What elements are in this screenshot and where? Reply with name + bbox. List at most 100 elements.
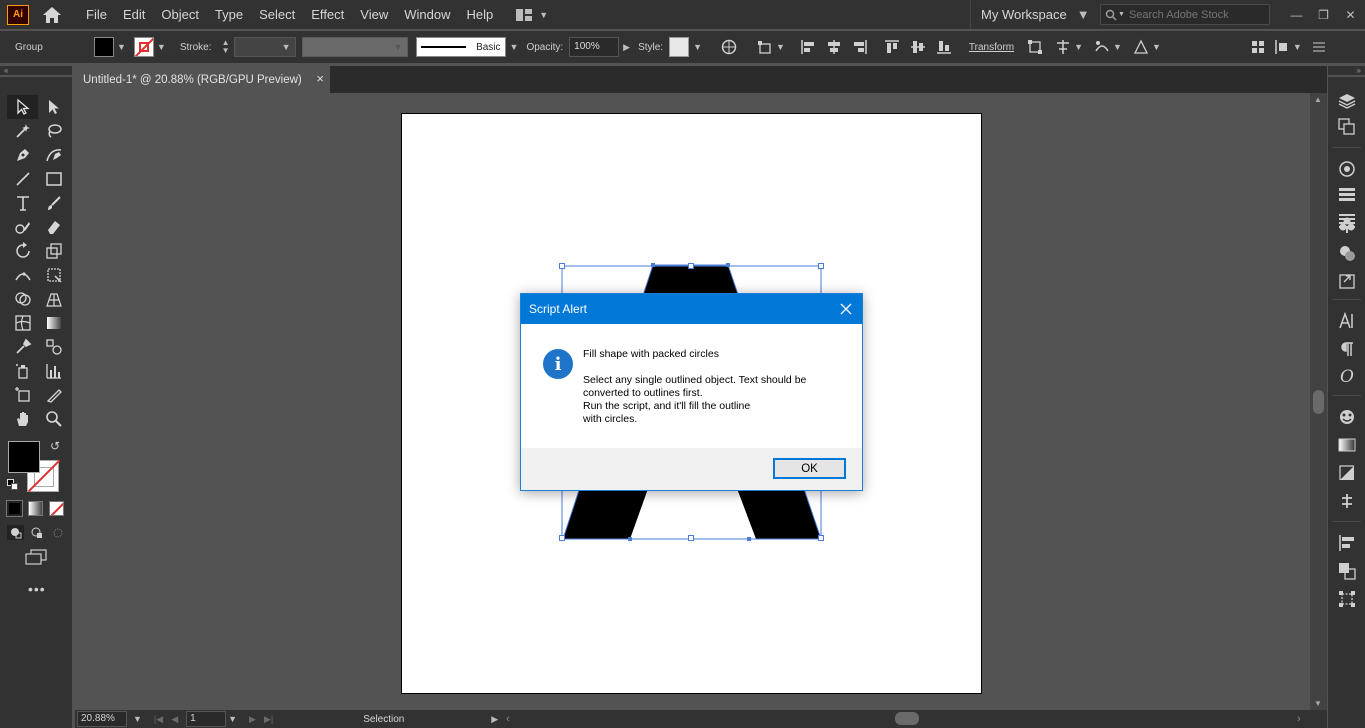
stroke-none-swatch[interactable] <box>133 37 154 57</box>
artboard-number-field[interactable]: 1 <box>186 711 227 727</box>
symbols-panel-icon[interactable] <box>1337 215 1357 235</box>
scroll-down-icon[interactable]: ▼ <box>1314 699 1322 708</box>
transform-icon[interactable] <box>1026 38 1044 56</box>
asset-export-icon[interactable] <box>1337 271 1357 291</box>
type-tool-icon[interactable] <box>7 191 38 215</box>
previous-artboard-icon[interactable]: ◀ <box>171 714 178 725</box>
scroll-left-icon[interactable]: ‹ <box>506 713 510 725</box>
chevron-down-icon[interactable]: ▼ <box>1113 42 1122 52</box>
rotate-tool-icon[interactable] <box>7 239 38 263</box>
control-panel-menu-icon[interactable] <box>1310 38 1328 56</box>
scale-tool-icon[interactable] <box>38 239 69 263</box>
stroke-panel-icon[interactable] <box>1337 491 1357 511</box>
draw-inside-icon[interactable] <box>49 525 66 540</box>
align-bottom-icon[interactable] <box>935 38 953 56</box>
swatches-panel-icon[interactable] <box>1337 185 1357 205</box>
eraser-tool-icon[interactable] <box>38 215 69 239</box>
dialog-close-button[interactable] <box>830 294 862 324</box>
chevron-down-icon[interactable]: ▼ <box>1152 42 1161 52</box>
fill-color-picker[interactable]: ▼ <box>94 37 126 57</box>
align-left-icon[interactable] <box>799 38 817 56</box>
pathfinder-panel-icon[interactable] <box>1337 561 1357 581</box>
width-tool-icon[interactable] <box>7 263 38 287</box>
menu-select[interactable]: Select <box>251 0 303 29</box>
gradient-mode-icon[interactable] <box>28 501 43 516</box>
draw-behind-icon[interactable] <box>28 525 45 540</box>
edit-toolbar-icon[interactable]: ••• <box>28 581 46 597</box>
stroke-color-picker[interactable]: ▼ <box>133 37 166 57</box>
transform-link[interactable]: Transform <box>969 42 1014 53</box>
fill-color-swatch[interactable] <box>8 441 40 473</box>
graphic-style-swatch[interactable] <box>669 37 690 57</box>
stroke-weight-stepper[interactable]: ▲ ▼ <box>220 37 232 57</box>
stock-search-box[interactable]: ▼ <box>1100 4 1270 25</box>
first-artboard-icon[interactable]: |◀ <box>154 714 163 725</box>
home-icon[interactable] <box>39 4 65 26</box>
stock-search-input[interactable] <box>1128 8 1269 21</box>
transparency-panel-icon[interactable] <box>1337 463 1357 483</box>
status-menu-arrow-icon[interactable]: ▶ <box>491 714 498 725</box>
next-artboard-icon[interactable]: ▶ <box>249 714 256 725</box>
close-window-button[interactable]: ✕ <box>1337 8 1364 22</box>
artboard-tool-icon[interactable] <box>7 383 38 407</box>
scroll-up-icon[interactable]: ▲ <box>1314 95 1322 104</box>
opentype-panel-icon[interactable]: O <box>1337 367 1357 387</box>
arrange-documents-button[interactable]: ▼ <box>515 8 548 22</box>
brush-definition-dropdown[interactable]: Basic <box>415 37 506 57</box>
align-hcenter-icon[interactable] <box>825 38 843 56</box>
opacity-input[interactable]: 100% <box>569 37 620 57</box>
blend-tool-icon[interactable] <box>38 335 69 359</box>
lasso-tool-icon[interactable] <box>38 119 69 143</box>
default-fill-stroke-icon[interactable] <box>7 479 18 490</box>
toolbar-collapse-strip[interactable]: « <box>0 66 72 75</box>
chevron-down-icon[interactable]: ▼ <box>1074 42 1083 52</box>
chevron-down-icon[interactable]: ▼ <box>228 714 237 724</box>
appearance-panel-icon[interactable] <box>1337 407 1357 427</box>
menu-effect[interactable]: Effect <box>303 0 352 29</box>
fill-swatch[interactable] <box>94 37 114 57</box>
gradient-panel-icon[interactable] <box>1337 435 1357 455</box>
horizontal-scroll-thumb[interactable] <box>895 712 919 725</box>
menu-window[interactable]: Window <box>396 0 458 29</box>
dock-collapse-strip[interactable]: » <box>1328 66 1365 75</box>
layers-panel-icon[interactable] <box>1337 91 1357 111</box>
zoom-level-field[interactable]: 20.88% <box>77 711 127 727</box>
rectangle-tool-icon[interactable] <box>38 167 69 191</box>
menu-edit[interactable]: Edit <box>115 0 153 29</box>
magic-wand-tool-icon[interactable] <box>7 119 38 143</box>
eyedropper-tool-icon[interactable] <box>7 335 38 359</box>
none-mode-icon[interactable] <box>49 501 64 516</box>
symbol-sprayer-tool-icon[interactable] <box>7 359 38 383</box>
slice-tool-icon[interactable] <box>38 383 69 407</box>
color-panel-icon[interactable] <box>1337 159 1357 179</box>
line-segment-tool-icon[interactable] <box>7 167 38 191</box>
distribute-icon[interactable] <box>1273 38 1291 56</box>
vertical-scrollbar[interactable]: ▲ ▼ <box>1310 93 1327 710</box>
variable-width-profile[interactable]: ▼ <box>301 37 408 57</box>
shape-builder-icon[interactable] <box>1132 38 1150 56</box>
shaper-tool-icon[interactable] <box>7 215 38 239</box>
paragraph-panel-icon[interactable] <box>1337 339 1357 359</box>
align-top-icon[interactable] <box>883 38 901 56</box>
align-right-icon[interactable] <box>851 38 869 56</box>
chevron-down-icon[interactable]: ▼ <box>693 42 702 52</box>
menu-help[interactable]: Help <box>458 0 501 29</box>
swap-fill-stroke-icon[interactable]: ↺ <box>50 439 60 453</box>
curvature-tool-icon[interactable] <box>38 143 69 167</box>
color-mode-icon[interactable] <box>6 500 23 517</box>
warp-icon[interactable] <box>1093 38 1111 56</box>
document-tab[interactable]: Untitled-1* @ 20.88% (RGB/GPU Preview) × <box>75 66 330 93</box>
selection-tool-icon[interactable] <box>7 95 38 119</box>
stroke-weight-field[interactable]: ▼ <box>233 37 296 57</box>
screen-mode-icon[interactable] <box>25 549 47 568</box>
gradient-tool-icon[interactable] <box>38 311 69 335</box>
direct-selection-tool-icon[interactable] <box>38 95 69 119</box>
pen-tool-icon[interactable] <box>7 143 38 167</box>
arrange-icon[interactable] <box>1249 38 1267 56</box>
chevron-right-icon[interactable]: ▶ <box>623 42 630 53</box>
chevron-down-icon[interactable]: ▼ <box>1293 42 1302 52</box>
column-graph-tool-icon[interactable] <box>38 359 69 383</box>
draw-normal-icon[interactable] <box>7 525 24 540</box>
graphic-styles-icon[interactable] <box>1337 243 1357 263</box>
restore-button[interactable]: ❐ <box>1310 8 1337 22</box>
